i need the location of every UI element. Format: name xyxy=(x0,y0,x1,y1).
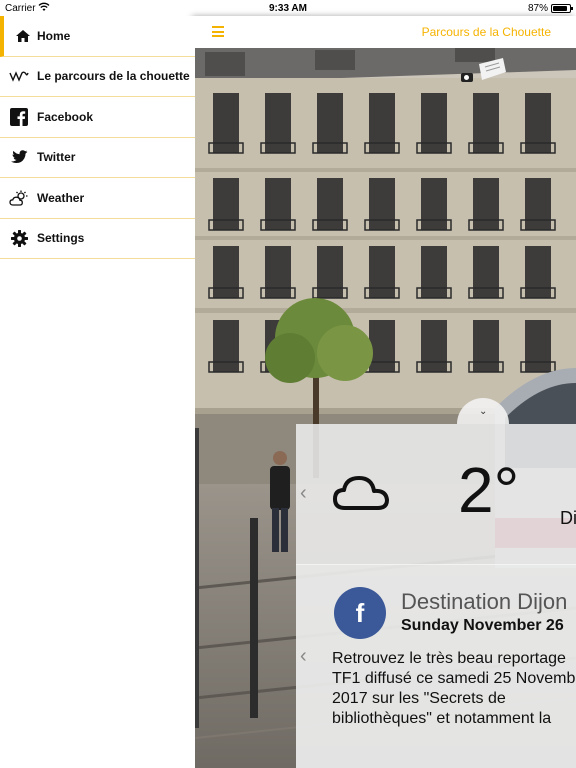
post-body: Retrouvez le très beau reportage TF1 dif… xyxy=(332,649,576,729)
facebook-logo-icon: f xyxy=(334,587,386,639)
menu-item-facebook[interactable]: Facebook xyxy=(0,97,195,138)
gear-icon xyxy=(9,229,29,247)
post-source: Destination Dijon xyxy=(401,589,568,614)
post-line: 2017 sur les "Secrets de xyxy=(332,690,506,707)
twitter-icon xyxy=(9,148,29,166)
side-menu: Home Le parcours de la chouette Facebook… xyxy=(0,16,195,768)
battery-icon xyxy=(551,4,573,13)
post-line: Retrouvez le très beau reportage xyxy=(332,650,566,667)
hamburger-menu-icon[interactable] xyxy=(212,26,224,37)
weather-card[interactable]: ‹ 2° Dijon xyxy=(296,424,576,564)
cloud-icon xyxy=(333,476,389,510)
menu-item-label: Facebook xyxy=(37,109,94,124)
chevron-left-icon[interactable]: ‹ xyxy=(300,645,307,668)
owl-trail-icon xyxy=(9,67,29,85)
menu-item-label: Settings xyxy=(37,231,85,246)
chevron-down-icon: ⌄ xyxy=(479,406,488,417)
camera-icon[interactable] xyxy=(461,73,473,82)
status-bar: Carrier 9:33 AM 87% xyxy=(0,0,576,16)
chevron-left-icon[interactable]: ‹ xyxy=(300,482,307,505)
menu-item-weather[interactable]: Weather xyxy=(0,178,195,219)
menu-item-label: Twitter xyxy=(37,150,76,165)
temperature: 2° xyxy=(458,454,520,526)
menu-item-settings[interactable]: Settings xyxy=(0,219,195,259)
facebook-post-card[interactable]: ‹ f Destination Dijon Sunday November 26… xyxy=(296,564,576,768)
menu-item-label: Weather xyxy=(37,190,85,205)
post-line: bibliothèques" et notamment la xyxy=(332,710,552,727)
home-icon xyxy=(13,27,33,45)
menu-item-twitter[interactable]: Twitter xyxy=(0,138,195,178)
post-date: Sunday November 26 xyxy=(401,617,564,634)
weather-city: Dijon xyxy=(560,508,576,528)
weather-icon xyxy=(9,189,29,207)
menu-item-parcours[interactable]: Le parcours de la chouette xyxy=(0,57,195,97)
photo-caption-tag-icon xyxy=(479,58,506,80)
battery-percent: 87% xyxy=(527,3,548,14)
menu-item-label: Le parcours de la chouette xyxy=(37,69,190,84)
facebook-icon xyxy=(9,107,29,126)
menu-item-home[interactable]: Home xyxy=(0,16,195,57)
post-line: TF1 diffusé ce samedi 25 Novembre xyxy=(332,670,576,687)
nav-bar: Parcours de la Chouette xyxy=(195,16,576,48)
clock: 9:33 AM xyxy=(269,3,307,14)
main-panel: Parcours de la Chouette ⌄ ‹ 2° Di ‹ f De… xyxy=(195,16,576,768)
page-title: Parcours de la Chouette xyxy=(421,25,551,39)
menu-item-label: Home xyxy=(37,28,71,43)
